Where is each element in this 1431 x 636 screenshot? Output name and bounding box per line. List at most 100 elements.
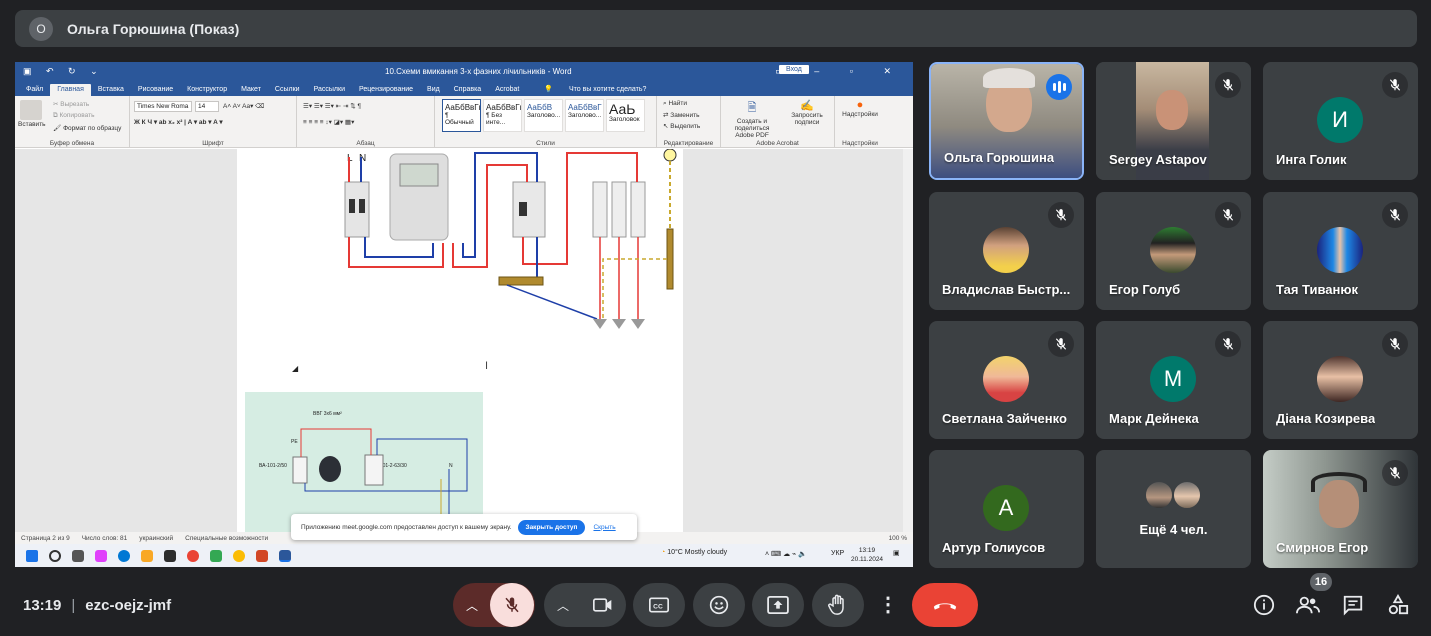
- hide-notice-link[interactable]: Скрыть: [593, 524, 615, 531]
- tab-layout[interactable]: Макет: [234, 84, 268, 96]
- wiring-diagram: L N ◢ I ВВГ 3х6 мм² PE ВА-101-2/50 УЗО-0…: [245, 149, 677, 532]
- window-controls[interactable]: ▭ – ▫ ✕: [775, 66, 905, 77]
- select-button[interactable]: ↖ Выделить: [663, 122, 700, 130]
- current-time: 13:19: [23, 597, 62, 614]
- word-icon[interactable]: [279, 549, 291, 562]
- participant-tile[interactable]: Тая Тиванюк: [1263, 192, 1418, 310]
- font-name-select[interactable]: Times New Roma: [134, 101, 192, 112]
- tab-help[interactable]: Справка: [447, 84, 488, 96]
- format-buttons[interactable]: Ж К Ч ▾ ab x₂ x² | A ▾ ab ▾ A ▾: [134, 118, 223, 126]
- mic-off-svg: [1055, 209, 1067, 221]
- copilot-icon[interactable]: [95, 549, 107, 562]
- camera-toggle-button[interactable]: [581, 583, 625, 627]
- weather-widget[interactable]: ◔ 10°C Mostly cloudy: [661, 549, 727, 556]
- mic-options-button[interactable]: ︿: [454, 583, 490, 627]
- style-title[interactable]: АаЬ Заголовок: [606, 99, 645, 132]
- tab-references[interactable]: Ссылки: [268, 84, 307, 96]
- tab-insert[interactable]: Вставка: [91, 84, 131, 96]
- style-no-spacing[interactable]: АаБбВвГг, ¶ Без инте...: [483, 99, 522, 132]
- addins-button[interactable]: ● Надстройки: [839, 99, 881, 118]
- meeting-code[interactable]: ezc-oejz-jmf: [85, 597, 171, 614]
- participant-tile[interactable]: Светлана Зайченко: [929, 321, 1084, 439]
- tray-icons[interactable]: ˄ ⌨ ☁ ⌁ 🔈: [765, 550, 807, 558]
- list-buttons[interactable]: ☰▾ ☰▾ ☰▾ ⇤ ⇥ ⇅ ¶: [303, 102, 361, 110]
- participant-tile[interactable]: М Марк Дейнека: [1096, 321, 1251, 439]
- tab-file[interactable]: Файл: [19, 84, 50, 96]
- captions-button[interactable]: CC: [633, 583, 685, 627]
- replace-button[interactable]: ⇄ Заменить: [663, 111, 699, 119]
- paste-icon[interactable]: [20, 100, 42, 120]
- request-signatures-button[interactable]: ✍ Запросить подписи: [783, 99, 831, 126]
- activities-button[interactable]: [1386, 593, 1410, 617]
- explorer-icon[interactable]: [141, 549, 153, 562]
- vertical-scrollbar[interactable]: [903, 149, 913, 532]
- tab-view[interactable]: Вид: [420, 84, 447, 96]
- system-clock[interactable]: 13:19 20.11.2024: [851, 546, 883, 564]
- participant-tile[interactable]: Егор Голуб: [1096, 192, 1251, 310]
- tab-mailings[interactable]: Рассылки: [307, 84, 352, 96]
- cut-button[interactable]: ✂ Вырезать: [53, 100, 89, 108]
- style-heading-2[interactable]: АаБбВвГ Заголово...: [565, 99, 604, 132]
- font-size-select[interactable]: 14: [195, 101, 219, 112]
- mic-off-svg: [1222, 79, 1234, 91]
- style-normal[interactable]: АаБбВвГг, ¶ Обычный: [442, 99, 481, 132]
- language-status[interactable]: украинский: [139, 535, 173, 542]
- app-icon[interactable]: [210, 549, 222, 562]
- clock-time: 13:19: [858, 547, 876, 554]
- ribbon-tabs: Файл Главная Вставка Рисование Конструкт…: [15, 80, 913, 96]
- document-page[interactable]: L N ◢ I ВВГ 3х6 мм² PE ВА-101-2/50 УЗО-0…: [237, 149, 683, 532]
- people-button[interactable]: [1296, 593, 1320, 617]
- meeting-details-button[interactable]: [1252, 593, 1276, 617]
- participant-tile[interactable]: Смирнов Егор: [1263, 450, 1418, 568]
- participant-tile[interactable]: Владислав Быстр...: [929, 192, 1084, 310]
- participant-tile[interactable]: Діана Козирева: [1263, 321, 1418, 439]
- tell-me-search[interactable]: 💡 Что вы хотите сделать?: [530, 83, 660, 96]
- participant-tile[interactable]: А Артур Голиусов: [929, 450, 1084, 568]
- keyboard-language[interactable]: УКР: [831, 550, 844, 557]
- accessibility-status[interactable]: Специальные возможности: [185, 535, 268, 542]
- participant-name: Sergey Astapov: [1109, 152, 1207, 167]
- mic-toggle-button[interactable]: [490, 583, 534, 627]
- edge-icon[interactable]: [118, 549, 130, 562]
- find-button[interactable]: ⌕ Найти: [663, 100, 687, 108]
- more-options-button[interactable]: ⋮: [871, 583, 905, 627]
- participant-name: Ольга Горюшина: [944, 150, 1055, 165]
- more-vert-icon: ⋮: [878, 594, 898, 616]
- tab-acrobat[interactable]: Acrobat: [488, 84, 526, 96]
- page-count: Страница 2 из 9: [21, 534, 70, 542]
- present-button[interactable]: [752, 583, 804, 627]
- powerpoint-icon[interactable]: [256, 549, 268, 562]
- stop-sharing-button[interactable]: Закрыть доступ: [517, 519, 586, 535]
- more-participants-tile[interactable]: Ещё 4 чел.: [1096, 450, 1251, 568]
- align-buttons[interactable]: ≡ ≡ ≡ ≡ ↕▾ ◪▾ ▦▾: [303, 118, 354, 126]
- font-size-buttons[interactable]: A˄ A˅ Aa▾ ⌫: [223, 102, 264, 110]
- format-painter-button[interactable]: 🖌 Формат по образцу: [53, 124, 121, 132]
- chrome-profile-icon[interactable]: [233, 549, 245, 562]
- participant-tile[interactable]: Sergey Astapov: [1096, 62, 1251, 180]
- style-heading-1[interactable]: АаБбВ Заголово...: [524, 99, 563, 132]
- tab-home[interactable]: Главная: [50, 84, 91, 96]
- search-icon[interactable]: [49, 549, 61, 562]
- tab-draw[interactable]: Рисование: [131, 84, 180, 96]
- participant-tile[interactable]: И Инга Голик: [1263, 62, 1418, 180]
- zoom-level[interactable]: 100 %: [889, 535, 907, 542]
- start-icon[interactable]: [26, 549, 38, 562]
- output-arrow-3-icon: [631, 319, 645, 329]
- paste-button[interactable]: Вставить: [18, 121, 46, 128]
- reactions-button[interactable]: [693, 583, 745, 627]
- raise-hand-button[interactable]: [812, 583, 864, 627]
- create-pdf-button[interactable]: 🗎 Создать и поделиться Adobe PDF: [727, 99, 777, 139]
- chrome-icon[interactable]: [187, 549, 199, 562]
- participant-tile[interactable]: Ольга Горюшина: [929, 62, 1084, 180]
- copy-button[interactable]: ⧉ Копировать: [53, 112, 94, 120]
- chat-button[interactable]: [1341, 593, 1365, 617]
- taskview-icon[interactable]: [72, 549, 84, 562]
- leave-call-button[interactable]: [912, 583, 978, 627]
- notification-icon[interactable]: ▣: [893, 549, 900, 557]
- n-label: N: [449, 463, 453, 469]
- store-icon[interactable]: [164, 549, 176, 562]
- tab-review[interactable]: Рецензирование: [352, 84, 420, 96]
- quick-access-icons[interactable]: ▣ ↶ ↻ ⌄: [23, 66, 104, 77]
- tab-design[interactable]: Конструктор: [180, 84, 234, 96]
- camera-options-button[interactable]: ︿: [545, 583, 581, 627]
